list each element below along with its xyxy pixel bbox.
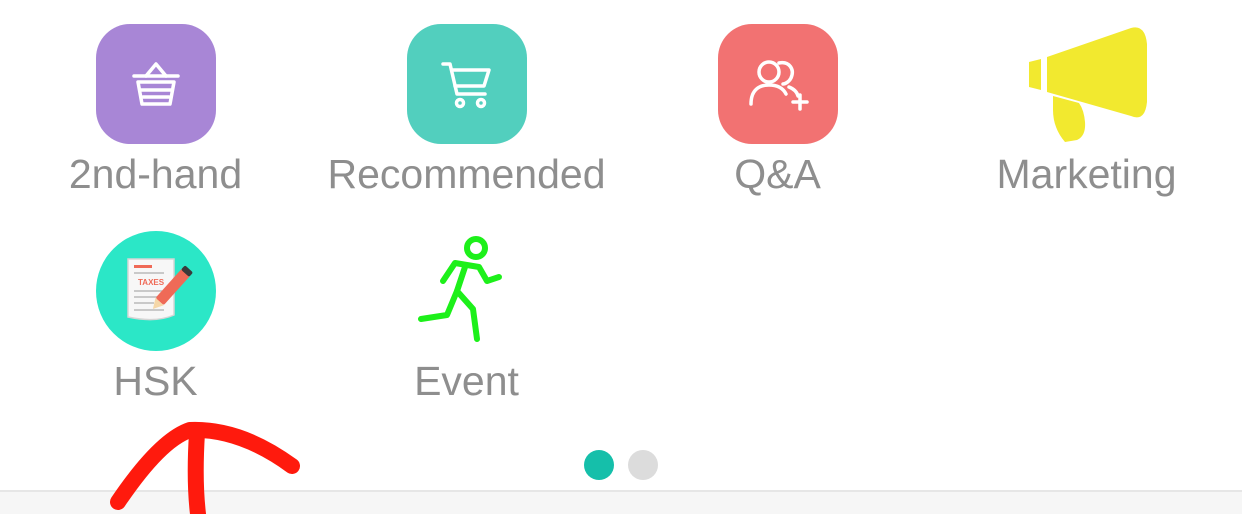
icon-container xyxy=(95,24,216,144)
page-indicator xyxy=(0,450,1242,480)
megaphone-icon xyxy=(1028,27,1147,142)
menu-item-hsk[interactable]: TAXES HSK xyxy=(0,231,311,405)
menu-item-marketing[interactable]: Marketing xyxy=(931,24,1242,198)
menu-item-qa[interactable]: Q&A xyxy=(622,24,933,198)
menu-item-label: Recommended xyxy=(327,151,606,197)
icon-container xyxy=(406,24,527,144)
menu-item-label: Q&A xyxy=(734,151,821,197)
add-users-icon xyxy=(717,24,838,144)
section-divider xyxy=(0,490,1242,514)
page-dot-inactive[interactable] xyxy=(628,450,658,480)
icon-container xyxy=(1027,24,1147,144)
icon-container xyxy=(717,24,838,144)
shopping-cart-icon xyxy=(406,24,527,144)
menu-item-label: HSK xyxy=(113,358,198,404)
shortcut-menu-page: 2nd-hand Recommended Q&A Marketing TAXES… xyxy=(0,0,1242,514)
menu-item-label: Marketing xyxy=(996,151,1177,197)
page-dot-active[interactable] xyxy=(584,450,614,480)
taxes-document-icon: TAXES xyxy=(95,231,216,351)
menu-item-2nd-hand[interactable]: 2nd-hand xyxy=(0,24,311,198)
menu-item-event[interactable]: Event xyxy=(311,231,622,405)
menu-item-label: 2nd-hand xyxy=(68,151,243,197)
svg-text:TAXES: TAXES xyxy=(138,278,165,287)
menu-item-recommended[interactable]: Recommended xyxy=(311,24,622,198)
icon-container xyxy=(407,231,527,351)
running-person-icon xyxy=(417,236,502,342)
icon-container: TAXES xyxy=(95,231,216,351)
menu-item-label: Event xyxy=(414,358,519,404)
shopping-basket-icon xyxy=(95,24,216,144)
